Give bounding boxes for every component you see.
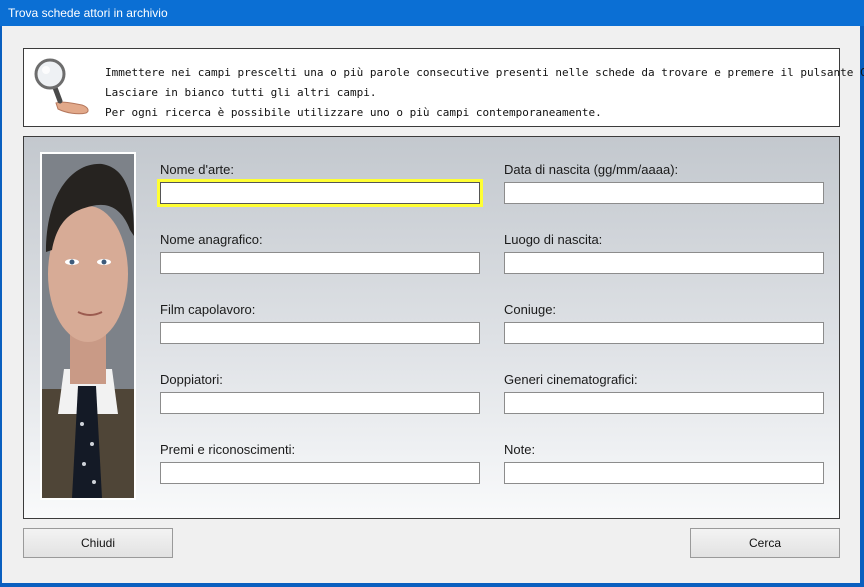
film-capolavoro-input[interactable] (160, 322, 480, 344)
instructions-box: Immettere nei campi prescelti una o più … (23, 48, 864, 127)
actor-portrait-image (40, 152, 136, 500)
label-nome-anagrafico: Nome anagrafico: (160, 232, 263, 247)
label-note: Note: (504, 442, 536, 457)
instruction-line-3: Per ogni ricerca è possibile utilizzare … (105, 106, 602, 119)
label-doppiatori: Doppiatori: (160, 372, 223, 387)
title-bar: Trova schede attori in archivio (0, 0, 864, 26)
label-film-capolavoro: Film capolavoro: (160, 302, 256, 317)
label-coniuge: Coniuge: (504, 302, 557, 317)
data-nascita-input[interactable] (504, 182, 824, 204)
search-button[interactable]: Cerca (690, 528, 840, 558)
instruction-line-2: Lasciare in bianco tutti gli altri campi… (105, 86, 377, 99)
window-title: Trova schede attori in archivio (8, 6, 168, 20)
label-generi-cinematografici: Generi cinematografici: (504, 372, 638, 387)
label-premi-riconoscimenti: Premi e riconoscimenti: (160, 442, 296, 457)
search-form-panel: Nome d'arte: Nome anagrafico: Film capol… (23, 136, 840, 519)
doppiatori-input[interactable] (160, 392, 480, 414)
close-button[interactable]: Chiudi (23, 528, 173, 558)
nome-arte-input[interactable] (160, 182, 480, 204)
label-data-nascita: Data di nascita (gg/mm/aaaa): (504, 162, 679, 177)
instruction-line-1: Immettere nei campi prescelti una o più … (105, 66, 864, 79)
generi-cinematografici-input[interactable] (504, 392, 824, 414)
dialog-client-area: Immettere nei campi prescelti una o più … (2, 26, 864, 583)
luogo-nascita-input[interactable] (504, 252, 824, 274)
magnifier-icon (34, 58, 89, 115)
label-nome-arte: Nome d'arte: (160, 162, 235, 177)
note-input[interactable] (504, 462, 824, 484)
label-luogo-nascita: Luogo di nascita: (504, 232, 603, 247)
premi-riconoscimenti-input[interactable] (160, 462, 480, 484)
nome-anagrafico-input[interactable] (160, 252, 480, 274)
coniuge-input[interactable] (504, 322, 824, 344)
